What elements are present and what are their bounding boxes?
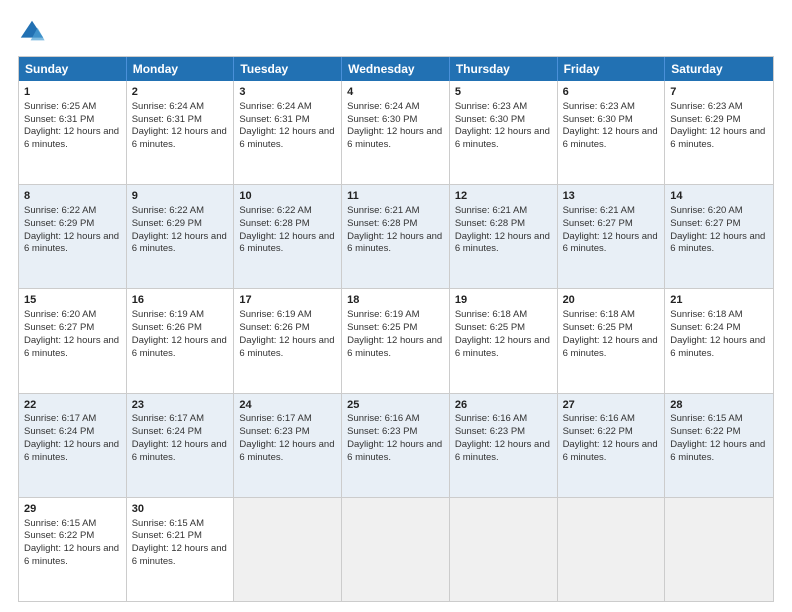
- calendar-row-3: 15Sunrise: 6:20 AM Sunset: 6:27 PM Dayli…: [19, 288, 773, 392]
- calendar-cell: 1Sunrise: 6:25 AM Sunset: 6:31 PM Daylig…: [19, 81, 127, 184]
- calendar-cell: 23Sunrise: 6:17 AM Sunset: 6:24 PM Dayli…: [127, 394, 235, 497]
- day-number: 29: [24, 502, 121, 517]
- calendar-row-4: 22Sunrise: 6:17 AM Sunset: 6:24 PM Dayli…: [19, 393, 773, 497]
- day-number: 20: [563, 293, 660, 308]
- day-number: 25: [347, 398, 444, 413]
- day-number: 10: [239, 189, 336, 204]
- calendar-cell: [558, 498, 666, 601]
- logo: [18, 18, 50, 46]
- calendar-cell: 15Sunrise: 6:20 AM Sunset: 6:27 PM Dayli…: [19, 289, 127, 392]
- day-number: 23: [132, 398, 229, 413]
- calendar-cell: 18Sunrise: 6:19 AM Sunset: 6:25 PM Dayli…: [342, 289, 450, 392]
- calendar-cell: 12Sunrise: 6:21 AM Sunset: 6:28 PM Dayli…: [450, 185, 558, 288]
- calendar-cell: [234, 498, 342, 601]
- day-number: 2: [132, 85, 229, 100]
- day-of-week-thursday: Thursday: [450, 57, 558, 81]
- calendar-cell: 11Sunrise: 6:21 AM Sunset: 6:28 PM Dayli…: [342, 185, 450, 288]
- day-number: 22: [24, 398, 121, 413]
- day-number: 21: [670, 293, 768, 308]
- calendar-cell: 24Sunrise: 6:17 AM Sunset: 6:23 PM Dayli…: [234, 394, 342, 497]
- day-number: 5: [455, 85, 552, 100]
- day-of-week-saturday: Saturday: [665, 57, 773, 81]
- calendar-cell: 25Sunrise: 6:16 AM Sunset: 6:23 PM Dayli…: [342, 394, 450, 497]
- day-number: 19: [455, 293, 552, 308]
- calendar-cell: [342, 498, 450, 601]
- day-number: 8: [24, 189, 121, 204]
- day-number: 9: [132, 189, 229, 204]
- calendar-cell: 7Sunrise: 6:23 AM Sunset: 6:29 PM Daylig…: [665, 81, 773, 184]
- calendar-cell: 3Sunrise: 6:24 AM Sunset: 6:31 PM Daylig…: [234, 81, 342, 184]
- calendar-cell: 14Sunrise: 6:20 AM Sunset: 6:27 PM Dayli…: [665, 185, 773, 288]
- calendar-cell: 26Sunrise: 6:16 AM Sunset: 6:23 PM Dayli…: [450, 394, 558, 497]
- day-number: 3: [239, 85, 336, 100]
- calendar-cell: 21Sunrise: 6:18 AM Sunset: 6:24 PM Dayli…: [665, 289, 773, 392]
- calendar-header: SundayMondayTuesdayWednesdayThursdayFrid…: [19, 57, 773, 81]
- day-number: 1: [24, 85, 121, 100]
- day-number: 16: [132, 293, 229, 308]
- calendar-row-1: 1Sunrise: 6:25 AM Sunset: 6:31 PM Daylig…: [19, 81, 773, 184]
- day-number: 24: [239, 398, 336, 413]
- day-of-week-sunday: Sunday: [19, 57, 127, 81]
- day-of-week-friday: Friday: [558, 57, 666, 81]
- page: SundayMondayTuesdayWednesdayThursdayFrid…: [0, 0, 792, 612]
- calendar-cell: 17Sunrise: 6:19 AM Sunset: 6:26 PM Dayli…: [234, 289, 342, 392]
- day-number: 14: [670, 189, 768, 204]
- calendar-cell: 29Sunrise: 6:15 AM Sunset: 6:22 PM Dayli…: [19, 498, 127, 601]
- logo-icon: [18, 18, 46, 46]
- calendar-cell: 22Sunrise: 6:17 AM Sunset: 6:24 PM Dayli…: [19, 394, 127, 497]
- calendar-cell: 20Sunrise: 6:18 AM Sunset: 6:25 PM Dayli…: [558, 289, 666, 392]
- day-of-week-wednesday: Wednesday: [342, 57, 450, 81]
- calendar-row-2: 8Sunrise: 6:22 AM Sunset: 6:29 PM Daylig…: [19, 184, 773, 288]
- calendar: SundayMondayTuesdayWednesdayThursdayFrid…: [18, 56, 774, 602]
- calendar-cell: 6Sunrise: 6:23 AM Sunset: 6:30 PM Daylig…: [558, 81, 666, 184]
- day-number: 13: [563, 189, 660, 204]
- day-number: 15: [24, 293, 121, 308]
- day-number: 7: [670, 85, 768, 100]
- calendar-cell: 4Sunrise: 6:24 AM Sunset: 6:30 PM Daylig…: [342, 81, 450, 184]
- day-number: 18: [347, 293, 444, 308]
- calendar-cell: 5Sunrise: 6:23 AM Sunset: 6:30 PM Daylig…: [450, 81, 558, 184]
- day-of-week-tuesday: Tuesday: [234, 57, 342, 81]
- calendar-cell: 2Sunrise: 6:24 AM Sunset: 6:31 PM Daylig…: [127, 81, 235, 184]
- day-number: 26: [455, 398, 552, 413]
- day-number: 6: [563, 85, 660, 100]
- calendar-cell: [450, 498, 558, 601]
- calendar-row-5: 29Sunrise: 6:15 AM Sunset: 6:22 PM Dayli…: [19, 497, 773, 601]
- day-number: 28: [670, 398, 768, 413]
- calendar-cell: 9Sunrise: 6:22 AM Sunset: 6:29 PM Daylig…: [127, 185, 235, 288]
- calendar-cell: 10Sunrise: 6:22 AM Sunset: 6:28 PM Dayli…: [234, 185, 342, 288]
- calendar-cell: 8Sunrise: 6:22 AM Sunset: 6:29 PM Daylig…: [19, 185, 127, 288]
- day-number: 11: [347, 189, 444, 204]
- day-number: 4: [347, 85, 444, 100]
- day-number: 17: [239, 293, 336, 308]
- calendar-cell: [665, 498, 773, 601]
- calendar-cell: 16Sunrise: 6:19 AM Sunset: 6:26 PM Dayli…: [127, 289, 235, 392]
- calendar-cell: 27Sunrise: 6:16 AM Sunset: 6:22 PM Dayli…: [558, 394, 666, 497]
- calendar-cell: 28Sunrise: 6:15 AM Sunset: 6:22 PM Dayli…: [665, 394, 773, 497]
- day-number: 27: [563, 398, 660, 413]
- day-of-week-monday: Monday: [127, 57, 235, 81]
- calendar-cell: 30Sunrise: 6:15 AM Sunset: 6:21 PM Dayli…: [127, 498, 235, 601]
- calendar-cell: 13Sunrise: 6:21 AM Sunset: 6:27 PM Dayli…: [558, 185, 666, 288]
- day-number: 12: [455, 189, 552, 204]
- calendar-cell: 19Sunrise: 6:18 AM Sunset: 6:25 PM Dayli…: [450, 289, 558, 392]
- calendar-body: 1Sunrise: 6:25 AM Sunset: 6:31 PM Daylig…: [19, 81, 773, 601]
- day-number: 30: [132, 502, 229, 517]
- header: [18, 18, 774, 46]
